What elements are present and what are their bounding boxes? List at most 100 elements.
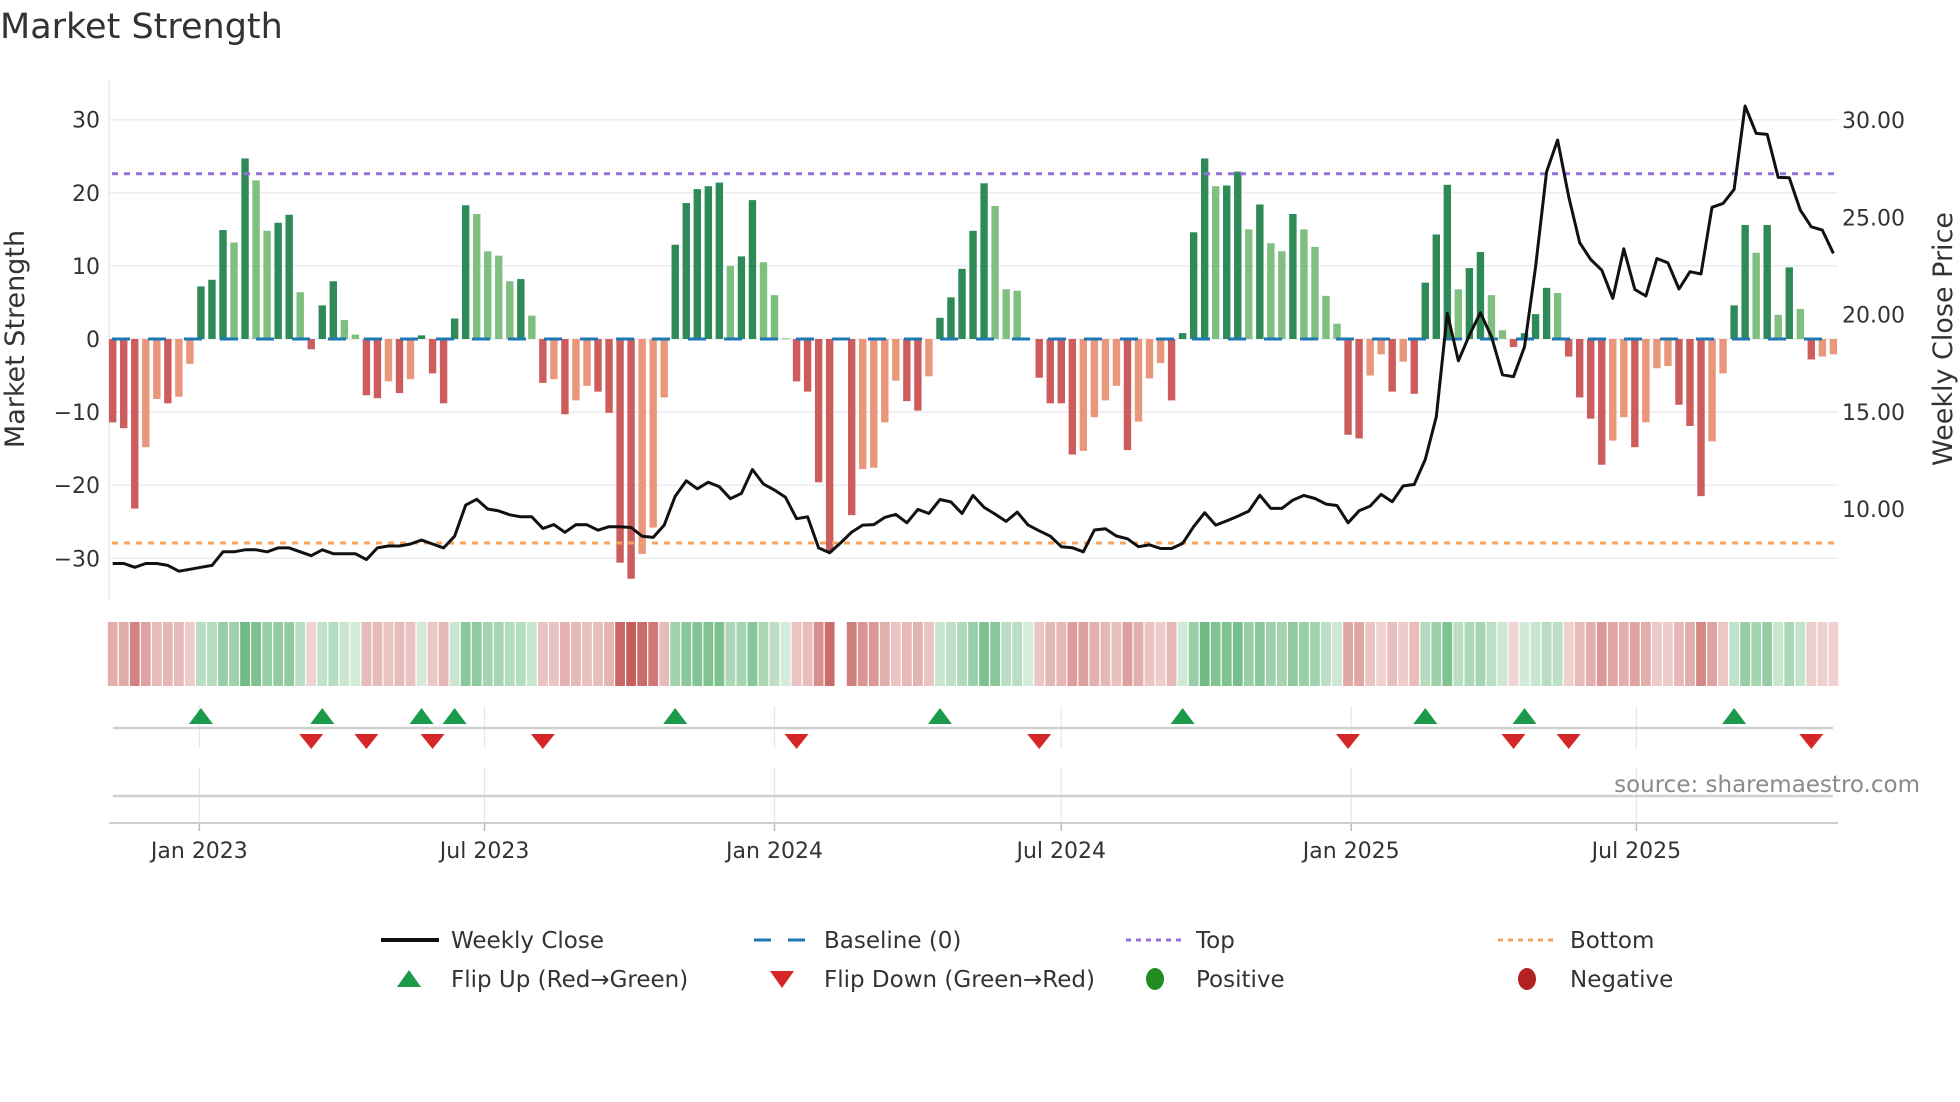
positive-bar: [296, 292, 304, 339]
strength-heat-strip: [107, 622, 1839, 686]
positive-bar: [340, 319, 349, 339]
negative-bar: [1123, 339, 1132, 451]
heat-cell: [1100, 622, 1111, 686]
heat-cell: [879, 622, 890, 686]
y2-tick-label: 25.00: [1842, 206, 1905, 231]
y2-axis-title: Weekly Close Price: [1928, 212, 1959, 466]
flip-up-marker: [1512, 708, 1537, 724]
y-axis-title: Market Strength: [0, 230, 31, 448]
flip-up-marker: [927, 708, 952, 724]
heat-cell: [1718, 622, 1728, 686]
negative-bar: [1079, 339, 1088, 451]
heat-cell: [1067, 622, 1078, 686]
negative-bar: [825, 339, 834, 553]
flip-up-marker: [1170, 708, 1195, 724]
heat-cell: [295, 622, 306, 686]
negative-bar: [649, 339, 657, 528]
positive-bar: [351, 334, 360, 339]
heat-cell: [1431, 622, 1442, 686]
heat-cell: [1376, 622, 1387, 686]
heat-cell: [681, 622, 692, 686]
negative-bar: [561, 339, 569, 415]
heat-cell: [1773, 622, 1784, 686]
negative-bar: [1829, 339, 1838, 355]
heat-cell: [1508, 622, 1519, 686]
negative-bar: [1609, 339, 1617, 441]
negative-bar: [583, 339, 591, 386]
negative-bar: [395, 339, 404, 394]
flip-up-marker: [1413, 708, 1438, 724]
heat-cell: [1806, 622, 1817, 686]
heat-cell: [339, 622, 350, 686]
negative-bar: [1145, 339, 1154, 379]
positive-bar: [318, 305, 326, 339]
heat-cell: [107, 622, 118, 686]
negative-bar: [142, 339, 150, 448]
negative-bar: [1664, 339, 1672, 367]
heat-cell: [251, 622, 261, 686]
heat-cell: [935, 622, 945, 686]
positive-bar: [980, 183, 988, 339]
positive-bar: [417, 335, 426, 339]
positive-bar: [230, 242, 238, 339]
negative-bar: [892, 339, 900, 381]
strength-bars: [109, 158, 1838, 579]
negative-bar: [1708, 339, 1716, 442]
positive-bar: [1553, 292, 1562, 339]
flip-markers-panel: [113, 708, 1833, 798]
positive-bar: [241, 158, 249, 339]
x-tick-label: Jan 2023: [149, 839, 248, 864]
heat-cell: [482, 622, 493, 686]
negative-bar: [594, 339, 602, 392]
heat-cell: [1652, 622, 1662, 686]
negative-bar: [1035, 339, 1043, 378]
heat-cell: [1122, 622, 1133, 686]
heat-cell: [747, 622, 758, 686]
heat-cell: [924, 622, 934, 686]
y2-tick-label: 15.00: [1842, 401, 1905, 426]
legend-label: Positive: [1196, 967, 1285, 993]
heat-cell: [1056, 622, 1067, 686]
positive-bar: [947, 297, 955, 339]
legend-label: Top: [1195, 928, 1235, 954]
positive-bar: [263, 230, 271, 339]
heat-cell: [846, 622, 857, 686]
negative-bar: [120, 339, 128, 429]
negative-bar: [373, 339, 382, 399]
positive-bar: [495, 255, 503, 339]
heat-cell: [218, 622, 228, 686]
legend-label: Flip Up (Red→Green): [451, 967, 688, 993]
heat-cell: [1663, 622, 1673, 686]
heat-cell: [1265, 622, 1276, 686]
flip-up-marker: [442, 708, 467, 724]
heat-cell: [780, 622, 791, 686]
heat-cell: [1409, 622, 1420, 686]
negative-bar: [109, 339, 117, 423]
heat-cell: [526, 622, 537, 686]
heat-cell: [1133, 622, 1144, 686]
negative-bar: [1598, 339, 1606, 465]
positive-bar: [252, 180, 260, 339]
heat-cell: [1519, 622, 1530, 686]
heat-cell: [306, 622, 317, 686]
heat-cell: [549, 622, 559, 686]
legend-item: Bottom: [1498, 928, 1654, 954]
flip-up-marker: [310, 708, 335, 724]
positive-bar: [1256, 204, 1264, 339]
y-tick-label: −10: [54, 401, 100, 426]
heat-cell: [1541, 622, 1552, 686]
heat-cell: [692, 622, 703, 686]
heat-cell: [372, 622, 383, 686]
y2-tick-label: 20.00: [1842, 304, 1905, 329]
negative-bar: [605, 339, 613, 413]
x-tick-label: Jul 2024: [1015, 839, 1107, 864]
heat-cell: [493, 622, 504, 686]
positive-bar: [1178, 333, 1187, 339]
legend-item: Positive: [1146, 967, 1285, 993]
positive-bar: [1333, 323, 1341, 339]
negative-bar: [1112, 339, 1121, 386]
negative-bar: [859, 339, 867, 470]
flip-up-marker: [188, 708, 213, 724]
positive-bar: [1752, 252, 1760, 339]
positive-legend-icon: [1146, 968, 1164, 990]
